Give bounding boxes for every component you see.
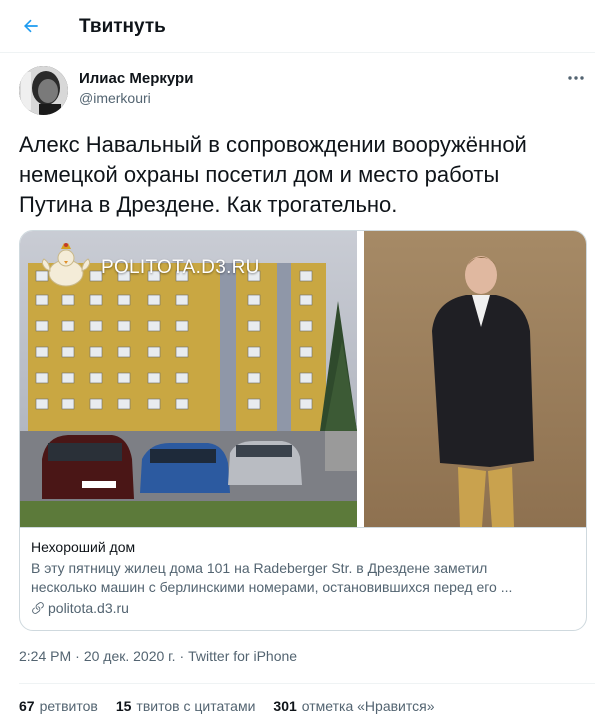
quote-tweets-label: твитов с цитатами [136,698,256,714]
card-title: Нехороший дом [31,539,136,555]
card-watermark: POLITOTA.D3.RU [101,257,260,278]
link-icon [32,602,44,614]
card-description: В эту пятницу жилец дома 101 на Radeberg… [31,559,571,597]
tweet-text-line: немецкой охраны посетил дом и место рабо… [19,162,500,187]
tweet-text: Алекс Навальный в сопровождении вооружён… [19,130,579,220]
page-title: Твитнуть [79,16,166,37]
divider [19,683,595,684]
quote-tweets-count: 15 [115,698,132,714]
tweet-meta: 2:24 PM · 20 дек. 2020 г. · Twitter for … [19,648,297,664]
tweet-text-line: Алекс Навальный в сопровождении вооружён… [19,132,527,157]
retweets-stat[interactable]: 67 ретвитов [19,698,98,714]
chicken-logo-icon [41,243,91,287]
card-info[interactable]: Нехороший дом В эту пятницу жилец дома 1… [20,527,586,630]
likes-label: отметка «Нравится» [301,698,435,714]
quote-tweets-stat[interactable]: 15 твитов с цитатами [116,698,256,714]
tweet-stats: 67 ретвитов 15 твитов с цитатами 301 отм… [19,698,453,714]
meta-separator: · [179,648,185,664]
author-name[interactable]: Илиас Меркури [79,70,193,87]
more-dots-icon [568,76,584,80]
more-button[interactable] [563,65,589,91]
card-description-line: В эту пятницу жилец дома 101 на Radeberg… [31,560,488,576]
author-handle[interactable]: @imerkouri [79,90,151,106]
meta-separator: · [75,648,80,664]
tweet-time[interactable]: 2:24 PM [19,648,71,664]
avatar[interactable] [19,66,68,115]
tweet-date[interactable]: 20 дек. 2020 г. [84,648,176,664]
arrow-left-icon [24,19,38,33]
card-link-text: politota.d3.ru [48,600,129,616]
tweet-source[interactable]: Twitter for iPhone [188,648,297,664]
likes-count: 301 [273,698,297,714]
retweets-count: 67 [19,698,35,714]
tweet-text-line: Путина в Дрездене. Как трогательно. [19,192,398,217]
page-header: Твитнуть [0,0,595,53]
card-link[interactable]: politota.d3.ru [31,600,129,616]
card-description-line: несколько машин с берлинскими номерами, … [31,579,513,595]
card-image[interactable]: POLITOTA.D3.RU [20,231,586,527]
retweets-label: ретвитов [39,698,98,714]
back-button[interactable] [14,9,48,43]
link-card[interactable]: POLITOTA.D3.RU Нехороший дом В эту пятни… [19,230,587,631]
likes-stat[interactable]: 301 отметка «Нравится» [273,698,434,714]
